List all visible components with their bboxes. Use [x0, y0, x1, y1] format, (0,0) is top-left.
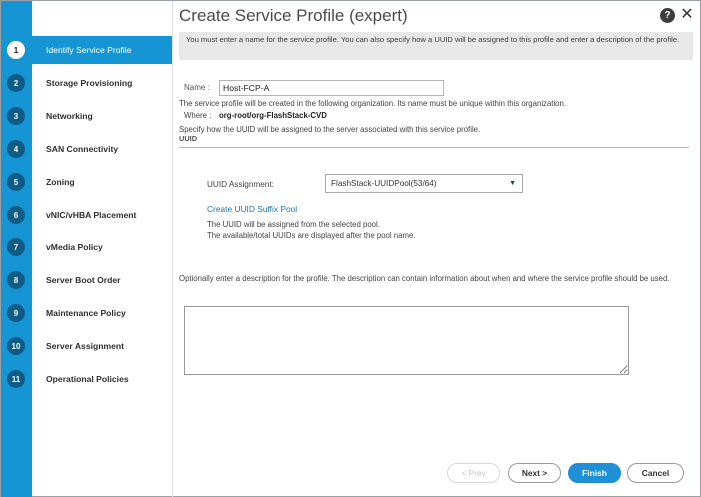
- description-prompt: Optionally enter a description for the p…: [179, 274, 670, 283]
- step-label: Zoning: [46, 177, 75, 187]
- name-label: Name :: [184, 83, 210, 92]
- finish-button[interactable]: Finish: [568, 463, 621, 483]
- step-vmedia-policy[interactable]: 7 vMedia Policy: [1, 233, 173, 261]
- create-uuid-suffix-pool-link[interactable]: Create UUID Suffix Pool: [207, 204, 297, 214]
- step-number: 10: [7, 337, 25, 355]
- panel-divider: [172, 1, 173, 497]
- step-label: vNIC/vHBA Placement: [46, 210, 137, 220]
- uuid-intro: Specify how the UUID will be assigned to…: [179, 125, 481, 134]
- step-label: vMedia Policy: [46, 242, 103, 252]
- intro-infobox: You must enter a name for the service pr…: [179, 32, 693, 60]
- step-label: Server Assignment: [46, 341, 125, 351]
- uuid-note-2: The available/total UUIDs are displayed …: [207, 231, 416, 240]
- step-vnic-vhba-placement[interactable]: 6 vNIC/vHBA Placement: [1, 201, 173, 229]
- uuid-assignment-select[interactable]: FlashStack-UUIDPool(53/64) ▼: [325, 174, 523, 193]
- where-label: Where :: [184, 111, 212, 120]
- step-number: 9: [7, 304, 25, 322]
- step-number: 2: [7, 74, 25, 92]
- close-icon[interactable]: ✕: [680, 6, 694, 23]
- step-number: 1: [7, 41, 25, 59]
- step-number: 4: [7, 140, 25, 158]
- uuid-section-title: UUID: [179, 134, 198, 143]
- help-icon[interactable]: ?: [660, 8, 675, 23]
- step-label: Identify Service Profile: [46, 45, 132, 55]
- step-number: 7: [7, 238, 25, 256]
- next-button[interactable]: Next >: [508, 463, 561, 483]
- uuid-assignment-value: FlashStack-UUIDPool(53/64): [331, 179, 437, 188]
- step-number: 5: [7, 173, 25, 191]
- step-number: 6: [7, 206, 25, 224]
- cancel-button[interactable]: Cancel: [627, 463, 684, 483]
- step-label: Storage Provisioning: [46, 78, 133, 88]
- step-server-boot-order[interactable]: 8 Server Boot Order: [1, 266, 173, 294]
- step-number: 11: [7, 370, 25, 388]
- uuid-assignment-label: UUID Assignment:: [207, 180, 274, 189]
- step-storage-provisioning[interactable]: 2 Storage Provisioning: [1, 69, 173, 97]
- step-number: 3: [7, 107, 25, 125]
- wizard-steps: 1 Identify Service Profile 2 Storage Pro…: [1, 1, 173, 497]
- step-label: Operational Policies: [46, 374, 129, 384]
- step-label: Server Boot Order: [46, 275, 121, 285]
- uuid-divider: [179, 147, 689, 148]
- org-note: The service profile will be created in t…: [179, 99, 567, 108]
- step-san-connectivity[interactable]: 4 SAN Connectivity: [1, 135, 173, 163]
- step-label: Maintenance Policy: [46, 308, 126, 318]
- step-maintenance-policy[interactable]: 9 Maintenance Policy: [1, 299, 173, 327]
- wizard-dialog: 1 Identify Service Profile 2 Storage Pro…: [0, 0, 701, 497]
- uuid-note-1: The UUID will be assigned from the selec…: [207, 220, 380, 229]
- dropdown-arrow-icon: ▼: [509, 180, 516, 187]
- step-operational-policies[interactable]: 11 Operational Policies: [1, 365, 173, 393]
- step-server-assignment[interactable]: 10 Server Assignment: [1, 332, 173, 360]
- step-label: Networking: [46, 111, 93, 121]
- where-value: org-root/org-FlashStack-CVD: [219, 111, 327, 120]
- dialog-title: Create Service Profile (expert): [179, 6, 408, 25]
- prev-button[interactable]: < Prev: [447, 463, 500, 483]
- name-input[interactable]: [219, 80, 444, 96]
- step-networking[interactable]: 3 Networking: [1, 102, 173, 130]
- step-zoning[interactable]: 5 Zoning: [1, 168, 173, 196]
- step-number: 8: [7, 271, 25, 289]
- description-textarea[interactable]: [184, 306, 629, 375]
- step-identify-service-profile[interactable]: 1 Identify Service Profile: [1, 36, 173, 64]
- step-label: SAN Connectivity: [46, 144, 119, 154]
